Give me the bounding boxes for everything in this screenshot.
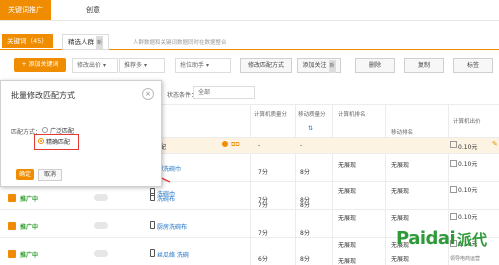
- add-follow-button[interactable]: 添加关注新: [297, 58, 341, 73]
- subtab-keywords[interactable]: 关键词（45）: [2, 34, 53, 48]
- data-sync-hint: 人群数据和关键词数据同时在数据整合: [133, 40, 227, 46]
- chevron-down-icon: ▾: [102, 62, 106, 69]
- row-checkbox[interactable]: [8, 250, 16, 258]
- toggle-switch[interactable]: [94, 194, 108, 201]
- modify-bid-label: 修改出价: [77, 62, 102, 69]
- column-divider: [250, 105, 251, 265]
- copy-button[interactable]: 复制: [404, 58, 444, 73]
- calc-price: 0.10元: [458, 187, 478, 194]
- recommend-label: 推荐多: [124, 62, 143, 69]
- sort-icon[interactable]: ⇅: [308, 125, 313, 132]
- keyword-link[interactable]: 洗碗布: [157, 194, 175, 203]
- tab-keyword-promotion[interactable]: 关键词推广: [0, 0, 51, 20]
- recommend-dropdown[interactable]: 推荐多 ▾: [119, 58, 165, 73]
- confirm-button[interactable]: 确定: [16, 169, 34, 180]
- calc-rank: 无展现: [338, 162, 357, 169]
- chevron-down-icon: ▾: [205, 62, 209, 69]
- toggle-switch[interactable]: [94, 250, 108, 257]
- header-calc-quality[interactable]: 计算机质量分: [254, 110, 294, 118]
- mobile-rank: 无展现: [391, 215, 410, 222]
- bid-assistant-dropdown[interactable]: 抢位助手 ▾: [175, 58, 231, 73]
- new-badge: 新: [96, 36, 104, 50]
- price-checkbox[interactable]: [450, 213, 457, 220]
- close-icon[interactable]: ×: [142, 88, 154, 100]
- add-follow-label: 添加关注: [302, 62, 327, 69]
- batch-edit-icon[interactable]: [222, 141, 228, 147]
- row-checkbox[interactable]: [8, 194, 16, 202]
- new-badge: 新: [328, 60, 336, 73]
- price-checkbox[interactable]: [450, 160, 457, 167]
- paidai-latin: Paidai: [396, 228, 456, 249]
- edit-icon[interactable]: ✎: [492, 140, 498, 148]
- calc-quality: 7分: [258, 202, 268, 209]
- mobile-quality: 8分: [300, 256, 310, 263]
- chevron-down-icon: ▾: [143, 62, 147, 69]
- cancel-button[interactable]: 取消: [38, 169, 62, 181]
- row-checkbox[interactable]: [8, 222, 16, 230]
- header-mobile-rank[interactable]: 移动排名: [391, 128, 413, 136]
- column-divider: [295, 105, 296, 265]
- mobile-icon: [150, 249, 155, 257]
- mobile-rank: 无展现: [391, 162, 410, 169]
- edit-checkbox[interactable]: [450, 141, 457, 148]
- batch-q2: -: [300, 142, 303, 149]
- calc-rank: 无展现: [338, 215, 357, 222]
- batch-price: 0.10元: [458, 144, 478, 151]
- calc-price: 0.10元: [458, 161, 478, 168]
- status-badge: 推广中: [20, 196, 39, 203]
- mobile-quality: 8分: [300, 202, 310, 209]
- watermark-sub: 领导电商运营: [450, 256, 481, 262]
- header-mobile-quality[interactable]: 移动质量分: [298, 110, 332, 118]
- modify-bid-dropdown[interactable]: 修改出价 ▾: [72, 58, 118, 73]
- mobile-quality: 8分: [300, 230, 310, 237]
- modify-match-button[interactable]: 修改匹配方式: [240, 58, 292, 73]
- status-filter-select[interactable]: 全部: [193, 86, 255, 99]
- tag-button[interactable]: 标签: [453, 58, 493, 73]
- calc-rank: 无展现: [338, 188, 357, 195]
- radio-broad[interactable]: [42, 127, 48, 133]
- header-calc-price[interactable]: 计算机出价: [453, 117, 481, 125]
- header-calc-rank[interactable]: 计算机排名: [338, 110, 366, 118]
- calc-price: 0.10元: [458, 214, 478, 221]
- add-keyword-button[interactable]: + 添加关键词: [14, 58, 66, 72]
- mobile-rank: 无展现: [391, 256, 410, 263]
- tab-creative[interactable]: 创意: [78, 0, 108, 20]
- mobile-icon: [150, 193, 155, 201]
- keyword-link[interactable]: 丝瓜络 洗碗: [157, 250, 189, 259]
- chart-icon[interactable]: ⧉⧉: [231, 141, 240, 149]
- paidai-cn: 派代: [457, 231, 488, 249]
- price-checkbox[interactable]: [450, 186, 457, 193]
- column-divider: [332, 105, 333, 265]
- status-badge: 推广中: [20, 252, 39, 259]
- subtab-audience[interactable]: 精选人群新: [62, 34, 110, 50]
- batch-match-modal: 批量修改匹配方式 × 匹配方式： 广泛匹配 精确匹配 确定 取消: [0, 80, 162, 187]
- mobile-rank: 无展现: [391, 188, 410, 195]
- calc-quality: 7分: [258, 230, 268, 237]
- mobile-quality: 8分: [300, 169, 310, 176]
- calc-rank: 无展现: [338, 258, 357, 265]
- toggle-switch[interactable]: [94, 222, 108, 229]
- batch-q1: -: [258, 142, 261, 149]
- status-badge: 推广中: [20, 224, 39, 231]
- paidai-logo: Paidai: [396, 228, 456, 249]
- keyword-link[interactable]: 厨房洗碗布: [157, 222, 187, 231]
- delete-button[interactable]: 删除: [355, 58, 395, 73]
- modal-title: 批量修改匹配方式: [11, 91, 75, 100]
- calc-quality: 7分: [258, 169, 268, 176]
- radio-exact-label: 精确匹配: [46, 139, 71, 146]
- top-tab-bar: [0, 0, 499, 21]
- bid-assistant-label: 抢位助手: [180, 62, 205, 69]
- subtab-audience-label: 精选人群: [68, 38, 94, 46]
- column-divider: [385, 105, 386, 265]
- calc-quality: 6分: [258, 256, 268, 263]
- mobile-icon: [150, 221, 155, 229]
- calc-rank: 无展现: [338, 242, 357, 249]
- radio-exact[interactable]: [38, 138, 44, 144]
